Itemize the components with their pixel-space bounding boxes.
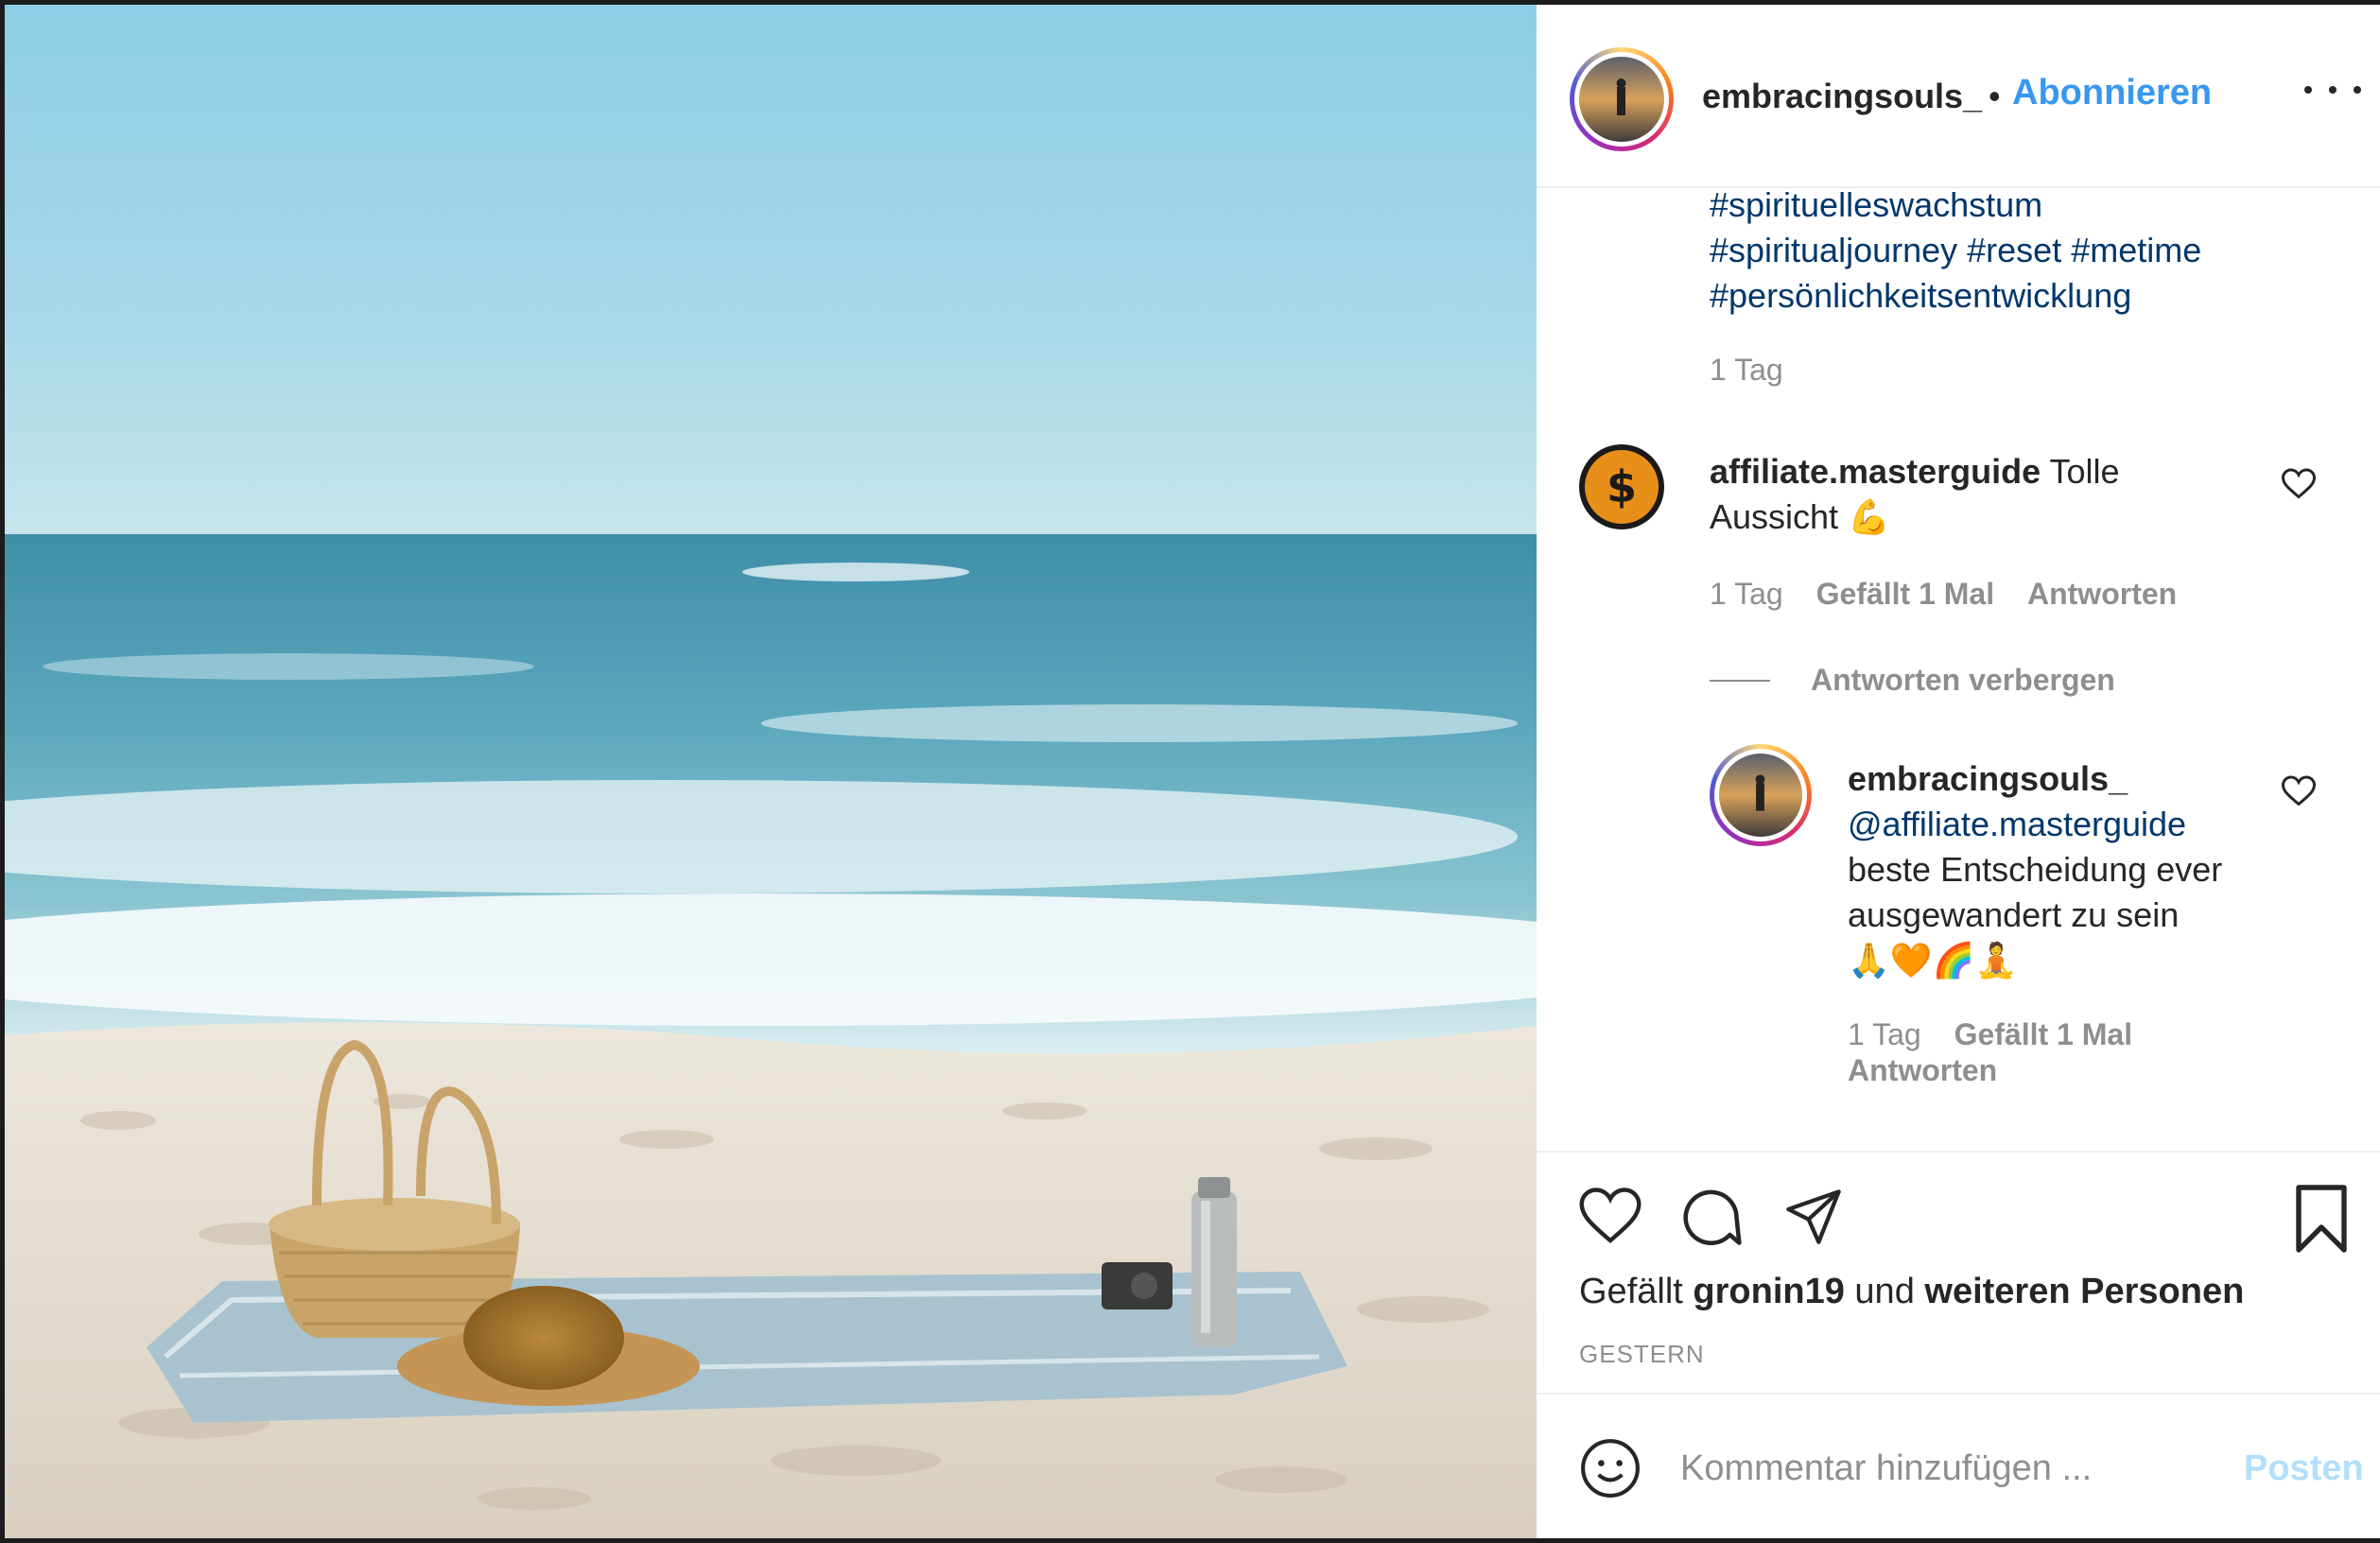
reply-likes-count[interactable]: Gefällt 1 Mal <box>1954 1017 2133 1051</box>
reply-button[interactable]: Antworten <box>2027 577 2177 611</box>
reply-emojis: 🙏🧡🌈🧘 <box>1848 941 2018 980</box>
hashtag-line[interactable]: #spirituelleswachstum <box>1710 182 2334 228</box>
reply-text: embracingsouls_ @affiliate.masterguide b… <box>1848 756 2283 983</box>
flexed-biceps-emoji: 💪 <box>1848 497 1890 536</box>
comment-icon[interactable] <box>1680 1187 1745 1251</box>
divider <box>1537 1151 2380 1153</box>
follow-button[interactable]: Abonnieren <box>2012 73 2212 113</box>
likes-summary: Gefällt gronin19 und weiteren Personen <box>1579 1272 2244 1312</box>
mention-link[interactable]: @affiliate.masterguide <box>1848 802 2283 847</box>
comment-body: Tolle <box>2049 452 2120 491</box>
comment-meta: 1 Tag Gefällt 1 Mal Antworten <box>1710 577 2177 612</box>
post-sidebar: embracingsouls_ • Abonnieren #spirituell… <box>1537 5 2380 1538</box>
likes-others[interactable]: weiteren Personen <box>1924 1272 2244 1311</box>
replies-divider <box>1710 680 1770 682</box>
smiley-icon[interactable] <box>1579 1437 1642 1500</box>
likes-user[interactable]: gronin19 <box>1693 1272 1844 1311</box>
commenter-avatar[interactable]: $ <box>1579 444 1664 529</box>
likes-prefix: Gefällt <box>1579 1272 1683 1311</box>
comment-text: affiliate.masterguide Tolle Aussicht 💪 <box>1710 449 2277 540</box>
hashtag-line[interactable]: #persönlichkeitsentwicklung <box>1710 273 2334 319</box>
caption-time[interactable]: 1 Tag <box>1710 353 1783 388</box>
post-photo[interactable] <box>5 5 1537 1538</box>
reply-like-heart-icon[interactable] <box>2282 775 2316 807</box>
likes-middle: und <box>1854 1272 1915 1311</box>
reply-meta: 1 Tag Gefällt 1 Mal Antworten <box>1848 1016 2264 1088</box>
post-comment-button[interactable]: Posten <box>2244 1448 2364 1489</box>
comment-input[interactable]: Kommentar hinzufügen ... <box>1680 1448 2092 1489</box>
hashtag-line[interactable]: #spiritualjourney #reset #metime <box>1710 228 2334 273</box>
comment-username[interactable]: affiliate.masterguide <box>1710 452 2041 491</box>
bookmark-icon[interactable] <box>2293 1185 2350 1253</box>
reply-reply-button[interactable]: Antworten <box>1848 1053 1997 1087</box>
post-username[interactable]: embracingsouls_ <box>1702 77 1982 116</box>
avatar[interactable] <box>1570 47 1674 151</box>
dollar-icon: $ <box>1606 461 1637 512</box>
hide-replies-button[interactable]: Antworten verbergen <box>1811 663 2115 698</box>
more-options-icon[interactable] <box>2304 71 2361 109</box>
divider <box>1537 1393 2380 1395</box>
comment-body: Aussicht <box>1710 497 1839 536</box>
reply-body: beste Entscheidung ever <box>1848 850 2223 889</box>
post-date[interactable]: GESTERN <box>1579 1340 1705 1369</box>
separator-dot: • <box>1989 77 2001 115</box>
reply-avatar[interactable] <box>1710 744 1812 846</box>
reply-time[interactable]: 1 Tag <box>1848 1017 1921 1051</box>
paper-plane-icon[interactable] <box>1782 1187 1845 1247</box>
reply-body: ausgewandert zu sein <box>1848 895 2180 934</box>
reply-username[interactable]: embracingsouls_ <box>1848 756 2283 802</box>
comment-time[interactable]: 1 Tag <box>1710 577 1783 611</box>
instagram-post-view: embracingsouls_ • Abonnieren #spirituell… <box>0 0 2380 1543</box>
comment-like-heart-icon[interactable] <box>2282 468 2316 500</box>
post-header: embracingsouls_ • Abonnieren <box>1537 5 2380 188</box>
comment-likes-count[interactable]: Gefällt 1 Mal <box>1816 577 1995 611</box>
caption-hashtags: #spirituelleswachstum #spiritualjourney … <box>1710 182 2334 319</box>
heart-icon[interactable] <box>1579 1187 1642 1245</box>
